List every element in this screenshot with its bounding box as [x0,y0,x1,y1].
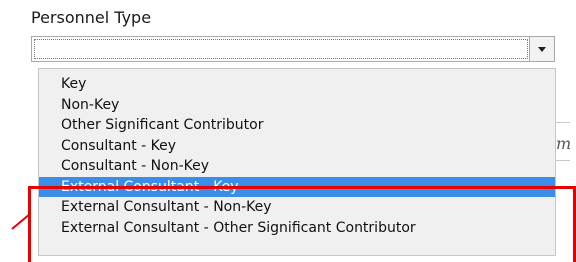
annotation-highlight-box [28,186,576,262]
background-text-fragment: m [556,134,570,153]
option-key[interactable]: Key [39,74,555,95]
option-other-significant-contributor[interactable]: Other Significant Contributor [39,115,555,136]
option-non-key[interactable]: Non-Key [39,95,555,116]
option-consultant-key[interactable]: Consultant - Key [39,136,555,157]
annotation-pointer-line [11,214,30,230]
personnel-type-select[interactable] [31,36,555,62]
personnel-type-label: Personnel Type [31,8,152,27]
chevron-down-icon[interactable] [529,37,554,61]
option-consultant-non-key[interactable]: Consultant - Non-Key [39,156,555,177]
background-divider [556,160,570,161]
background-divider [556,122,570,123]
select-value [34,39,528,59]
